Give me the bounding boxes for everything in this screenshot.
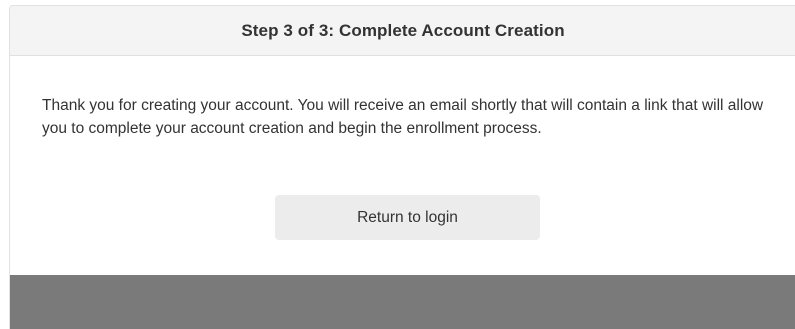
return-to-login-button[interactable]: Return to login (275, 195, 540, 240)
account-creation-card: Step 3 of 3: Complete Account Creation T… (9, 5, 795, 329)
confirmation-message: Thank you for creating your account. You… (42, 97, 764, 137)
card-header: Step 3 of 3: Complete Account Creation (10, 6, 795, 56)
card-body: Thank you for creating your account. You… (10, 56, 795, 274)
footer-bar (10, 275, 795, 329)
page-title: Step 3 of 3: Complete Account Creation (241, 20, 565, 40)
